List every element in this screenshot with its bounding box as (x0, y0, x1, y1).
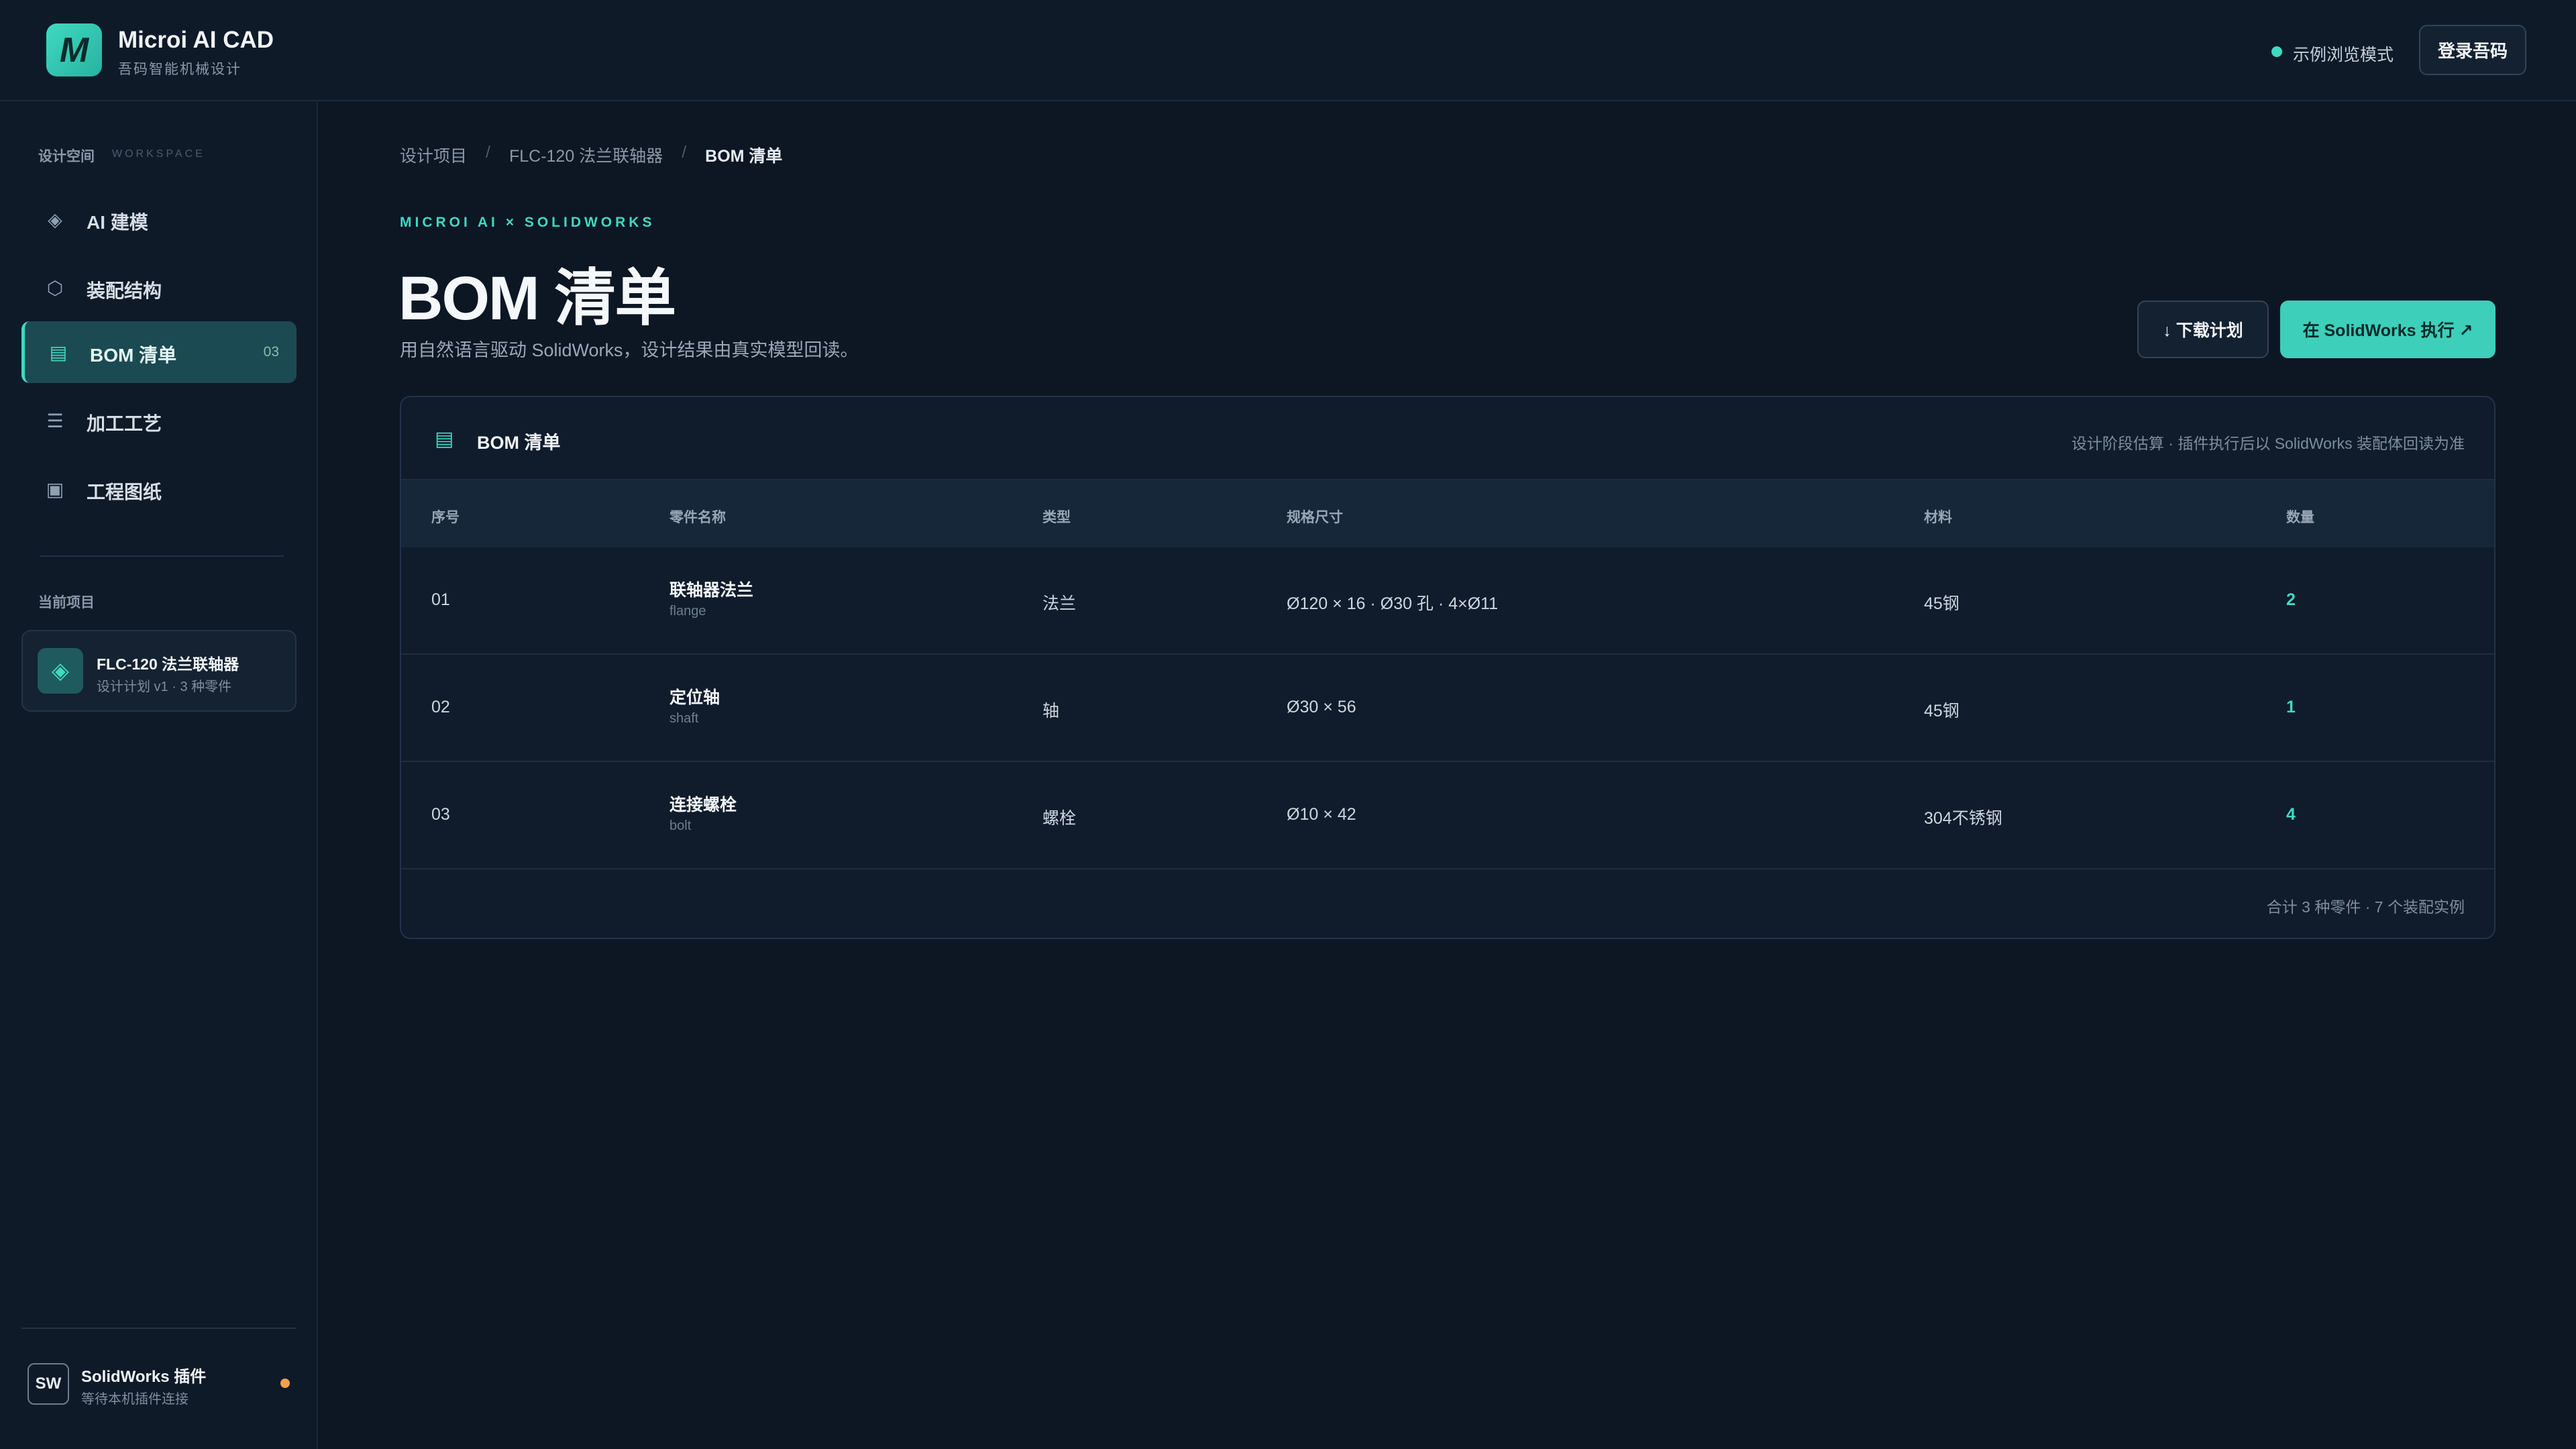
part-name-en: bolt (669, 818, 692, 833)
login-button[interactable]: 登录吾码 (2419, 25, 2526, 75)
mode-status-text: 示例浏览模式 (2293, 46, 2394, 64)
page-title: BOM 清单 (398, 264, 676, 333)
column-header-type: 类型 (1042, 510, 1071, 525)
sidebar-item-ai-modeling[interactable]: ◈ AI 建模 (21, 189, 297, 250)
breadcrumb-item[interactable]: 设计项目 (400, 143, 467, 167)
sidebar-item-machining[interactable]: ☰ 加工工艺 (21, 390, 297, 451)
part-name: 连接螺栓 (669, 796, 737, 814)
workspace-label: 设计空间 (38, 149, 95, 164)
sidebar-item-assembly[interactable]: ⬡ 装配结构 (21, 257, 297, 319)
plugin-title: SolidWorks 插件 (81, 1368, 207, 1386)
row-index: 03 (431, 805, 450, 824)
download-plan-button[interactable]: ↓ 下载计划 (2137, 301, 2269, 358)
top-header: M Microi AI CAD 吾码智能机械设计 示例浏览模式 登录吾码 (0, 0, 2576, 101)
row-index: 01 (431, 590, 450, 609)
plugin-status-dot (280, 1379, 290, 1388)
table-header: 序号 零件名称 类型 规格尺寸 材料 数量 (401, 480, 2494, 547)
bom-card-note: 设计阶段估算 · 插件执行后以 SolidWorks 装配体回读为准 (2071, 435, 2465, 452)
part-name-en: flange (669, 604, 706, 619)
page-eyebrow: MICROI AI × SOLIDWORKS (400, 215, 655, 230)
solidworks-badge: SW (28, 1363, 69, 1405)
part-spec: Ø10 × 42 (1287, 805, 1356, 824)
part-type: 轴 (1042, 702, 1060, 720)
part-qty: 1 (2286, 698, 2296, 716)
app-title: Microi AI CAD (118, 27, 274, 53)
breadcrumb: 设计项目 / FLC-120 法兰联轴器 / BOM 清单 (400, 143, 801, 167)
bom-card-title: BOM 清单 (477, 433, 561, 453)
app-subtitle: 吾码智能机械设计 (118, 62, 241, 77)
bom-table-card: ▤ BOM 清单 设计阶段估算 · 插件执行后以 SolidWorks 装配体回… (400, 396, 2496, 939)
column-header-index: 序号 (431, 510, 460, 525)
table-row[interactable]: 02 定位轴 shaft 轴 Ø30 × 56 45钢 1 (401, 655, 2494, 762)
workspace-sublabel: WORKSPACE (112, 148, 205, 160)
part-type: 螺栓 (1042, 809, 1077, 828)
sidebar-item-label: 装配结构 (87, 280, 162, 301)
project-name: FLC-120 法兰联轴器 (97, 655, 239, 673)
bom-card-header: ▤ BOM 清单 设计阶段估算 · 插件执行后以 SolidWorks 装配体回… (401, 397, 2494, 480)
current-project-label: 当前项目 (38, 595, 95, 610)
part-type: 法兰 (1042, 594, 1077, 613)
part-material: 45钢 (1924, 594, 1960, 613)
diamond-icon: ◈ (38, 648, 83, 694)
column-header-material: 材料 (1924, 510, 1952, 525)
sidebar-item-drawings[interactable]: ▣ 工程图纸 (21, 458, 297, 520)
execute-in-solidworks-button[interactable]: 在 SolidWorks 执行 ↗ (2280, 301, 2496, 358)
breadcrumb-current: BOM 清单 (705, 147, 783, 166)
sidebar-item-label: 工程图纸 (87, 482, 162, 502)
current-project-card[interactable]: ◈ FLC-120 法兰联轴器 设计计划 v1 · 3 种零件 (21, 630, 297, 712)
column-header-spec: 规格尺寸 (1287, 510, 1343, 525)
sidebar-divider (40, 555, 284, 557)
column-header-name: 零件名称 (669, 510, 726, 525)
sidebar-item-bom[interactable]: ▤ BOM 清单 03 (21, 321, 297, 383)
list-icon: ▤ (49, 341, 68, 363)
part-material: 304不锈钢 (1924, 809, 2002, 828)
breadcrumb-separator: / (486, 143, 490, 162)
hexagon-icon: ⬡ (46, 277, 64, 299)
sidebar-item-label: AI 建模 (87, 212, 148, 233)
breadcrumb-separator: / (682, 143, 687, 162)
list-icon: ▤ (435, 428, 454, 450)
breadcrumb-item[interactable]: FLC-120 法兰联轴器 (509, 143, 663, 167)
page-description: 用自然语言驱动 SolidWorks，设计结果由真实模型回读。 (400, 340, 859, 360)
table-row[interactable]: 03 连接螺栓 bolt 螺栓 Ø10 × 42 304不锈钢 4 (401, 762, 2494, 869)
row-index: 02 (431, 698, 450, 716)
part-name: 联轴器法兰 (669, 581, 754, 600)
drawing-icon: ▣ (46, 478, 64, 500)
part-qty: 4 (2286, 805, 2296, 824)
sidebar-item-label: 加工工艺 (87, 413, 162, 434)
sidebar-item-count: 03 (263, 344, 279, 360)
part-spec: Ø120 × 16 · Ø30 孔 · 4×Ø11 (1287, 594, 1498, 613)
bom-summary: 合计 3 种零件 · 7 个装配实例 (2266, 898, 2465, 916)
diamond-icon: ◈ (48, 209, 62, 230)
mode-status-dot (2271, 46, 2282, 57)
part-spec: Ø30 × 56 (1287, 698, 1356, 716)
project-meta: 设计计划 v1 · 3 种零件 (97, 680, 232, 694)
sidebar-item-label: BOM 清单 (90, 345, 177, 366)
plugin-status: 等待本机插件连接 (81, 1392, 189, 1407)
part-material: 45钢 (1924, 702, 1960, 720)
sidebar-divider (21, 1328, 297, 1329)
sidebar: 设计空间 WORKSPACE ◈ AI 建模 ⬡ 装配结构 ▤ BOM 清单 0… (0, 101, 318, 1449)
part-name-en: shaft (669, 711, 699, 726)
column-header-qty: 数量 (2286, 510, 2314, 525)
lines-icon: ☰ (46, 410, 64, 431)
part-name: 定位轴 (669, 688, 720, 707)
table-row[interactable]: 01 联轴器法兰 flange 法兰 Ø120 × 16 · Ø30 孔 · 4… (401, 547, 2494, 655)
part-qty: 2 (2286, 590, 2296, 609)
app-logo: M (46, 23, 102, 76)
